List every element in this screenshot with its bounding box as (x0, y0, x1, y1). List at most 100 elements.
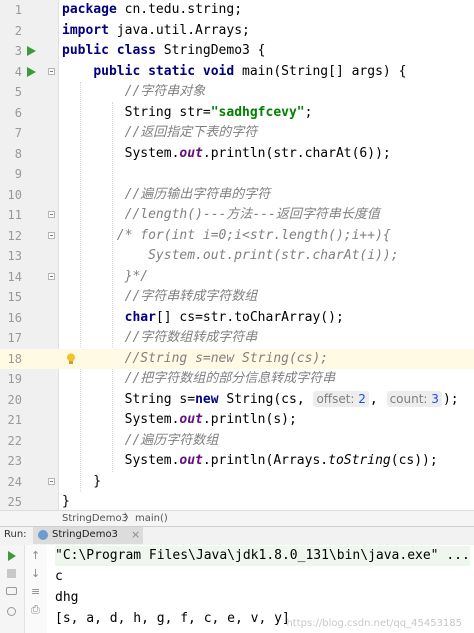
code-line[interactable]: 8 System.out.println(str.charAt(6)); (0, 144, 474, 165)
line-number: 16 (7, 310, 22, 325)
code-token: System. (62, 145, 180, 161)
code-token: [] cs=str.toCharArray(); (155, 309, 344, 325)
code-line[interactable]: 19 //把字符数组的部分信息转成字符串 (0, 369, 474, 390)
line-number: 4 (14, 64, 22, 79)
code-text: System.out.print(str.charAt(i)); (62, 246, 399, 267)
print-icon[interactable]: ⎙ (31, 603, 40, 617)
code-line[interactable]: 4 public static void main(String[] args)… (0, 62, 474, 83)
code-line[interactable]: 11 //length()---方法---返回字符串长度值 (0, 205, 474, 226)
line-number: 21 (7, 413, 22, 427)
code-line[interactable]: 12 /* for(int i=0;i<str.length();i++){ (0, 226, 474, 247)
line-number: 14 (7, 269, 22, 284)
code-line[interactable]: 18 //String s=new String(cs); (0, 348, 474, 369)
code-line[interactable]: 23 System.out.println(Arrays.toString(cs… (0, 451, 474, 472)
code-text: //遍历输出字符串的字符 (62, 185, 271, 206)
pin-icon[interactable] (7, 607, 16, 616)
code-text: System.out.println(Arrays.toString(cs)); (62, 451, 438, 472)
run-tool-window-header: Run: StringDemo3 × (0, 526, 474, 546)
code-text: String s=new String(cs, offset: 2, count… (62, 390, 459, 411)
code-token: ; (304, 104, 313, 120)
parameter-hint: offset: 2 (313, 390, 369, 407)
code-token: //字符串对象 (124, 84, 206, 99)
run-gutter-icon[interactable] (27, 46, 36, 56)
up-arrow-icon[interactable]: ↑ (31, 549, 40, 562)
code-token: //字符数组转成字符串 (124, 330, 258, 345)
breadcrumb-separator: 〉 (124, 513, 134, 524)
wrap-icon[interactable]: ≡ (31, 585, 40, 598)
breadcrumb-class[interactable]: StringDemo3 (62, 511, 128, 526)
breadcrumb: StringDemo3 〉 main() (0, 510, 474, 527)
fold-marker-icon[interactable] (48, 477, 55, 485)
line-number: 8 (14, 146, 22, 161)
code-line[interactable]: 2 import java.util.Arrays; (0, 21, 474, 42)
code-editor[interactable]: 1 package cn.tedu.string; 2 import java.uti… (0, 0, 474, 510)
fold-marker-icon[interactable] (48, 231, 55, 239)
code-token: java.util.Arrays; (108, 22, 250, 38)
line-number: 24 (7, 474, 22, 489)
code-line[interactable]: 21 System.out.println(s); (0, 410, 474, 431)
code-token: System. (62, 412, 180, 427)
line-number: 1 (14, 3, 22, 17)
line-number: 12 (7, 228, 22, 243)
code-line[interactable]: 1 package cn.tedu.string; (0, 0, 474, 21)
code-token: char (124, 309, 156, 325)
code-token: }*/ (124, 268, 149, 284)
run-tab[interactable]: StringDemo3 × (33, 527, 143, 544)
code-line[interactable]: 20 String s=new String(cs, offset: 2, co… (0, 390, 474, 411)
line-number: 6 (14, 105, 22, 120)
code-line[interactable]: 16 char[] cs=str.toCharArray(); (0, 308, 474, 329)
code-token: .println(Arrays. (202, 453, 329, 468)
code-line[interactable]: 13 System.out.print(str.charAt(i)); (0, 246, 474, 267)
code-line[interactable]: 6 String str="sadhgfcevy"; (0, 103, 474, 124)
line-number: 11 (7, 208, 22, 222)
code-token: .println(s); (202, 412, 297, 427)
code-token: //返回指定下表的字符 (124, 125, 258, 140)
code-line[interactable]: 15 //字符串转成字符数组 (0, 287, 474, 308)
stop-icon[interactable] (7, 569, 16, 578)
line-number: 13 (7, 249, 22, 263)
code-token: out (179, 412, 203, 427)
code-line[interactable]: 14 }*/ (0, 267, 474, 288)
line-number: 18 (7, 351, 22, 366)
code-line[interactable]: 9 (0, 164, 474, 185)
console-output[interactable]: ↑ ↓ ≡ ⎙ "C:\Program Files\Java\jdk1.8.0_… (0, 545, 474, 633)
run-tab-label: StringDemo3 (52, 529, 118, 540)
code-text: import java.util.Arrays; (62, 21, 250, 42)
fold-marker-icon[interactable] (48, 211, 55, 218)
run-gutter-icon[interactable] (27, 66, 36, 77)
code-token: /* for(int i=0;i<str.length();i++){ (116, 227, 391, 243)
breadcrumb-method[interactable]: main() (135, 511, 168, 526)
code-line[interactable]: 10 //遍历输出字符串的字符 (0, 185, 474, 206)
code-token: out (179, 145, 203, 161)
code-line[interactable]: 5 //字符串对象 (0, 82, 474, 103)
console-toolbar (0, 545, 25, 633)
code-line[interactable]: 24 } (0, 472, 474, 493)
code-text: //返回指定下表的字符 (62, 123, 258, 144)
code-token: //把字符数组的部分信息转成字符串 (124, 371, 336, 386)
code-token: //String s=new String(cs); (124, 350, 329, 366)
fold-marker-icon[interactable] (48, 67, 55, 75)
code-token: System.out.print(str.charAt(i)); (148, 248, 399, 263)
rerun-icon[interactable] (8, 551, 16, 561)
code-token: cn.tedu.string; (116, 2, 243, 17)
code-text: /* for(int i=0;i<str.length();i++){ (62, 226, 391, 247)
code-line[interactable]: 3 public class StringDemo3 { (0, 41, 474, 62)
line-number: 10 (7, 187, 22, 202)
code-token: main(String[] args) { (234, 63, 407, 79)
code-line[interactable]: 7 //返回指定下表的字符 (0, 123, 474, 144)
code-line[interactable]: 22 //遍历字符数组 (0, 431, 474, 452)
down-arrow-icon[interactable]: ↓ (31, 567, 40, 580)
code-line[interactable]: 17 //字符数组转成字符串 (0, 328, 474, 349)
code-token: String s= (62, 391, 196, 407)
camera-icon[interactable] (6, 587, 17, 595)
close-icon[interactable]: × (131, 528, 140, 541)
line-number: 2 (14, 23, 22, 38)
console-line-output: dhg (55, 590, 79, 605)
fold-marker-icon[interactable] (48, 272, 55, 280)
